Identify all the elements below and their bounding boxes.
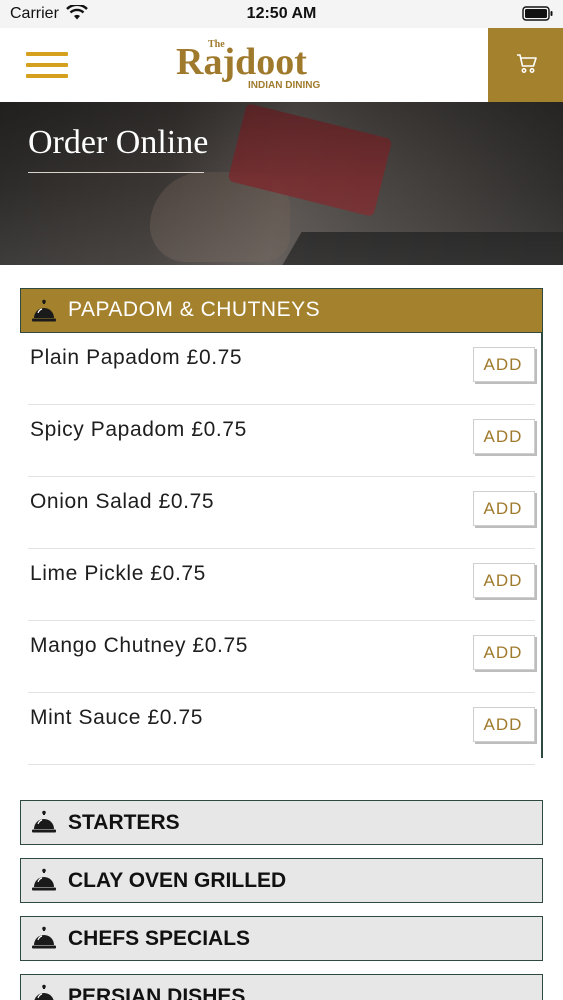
- menu-item: Onion Salad £0.75 ADD: [28, 477, 535, 549]
- dish-cloche-icon: [31, 299, 57, 328]
- menu-item-label: Onion Salad £0.75: [30, 490, 215, 513]
- menu-item-label: Mango Chutney £0.75: [30, 634, 249, 657]
- menu-item: Lime Pickle £0.75 ADD: [28, 549, 535, 621]
- menu-item: Mango Chutney £0.75 ADD: [28, 621, 535, 693]
- section-header-starters[interactable]: STARTERS: [20, 800, 543, 845]
- section-title: STARTERS: [68, 811, 180, 834]
- dish-cloche-icon: [31, 926, 57, 955]
- status-time: 12:50 AM: [246, 5, 317, 22]
- add-button[interactable]: ADD: [473, 419, 535, 454]
- add-button[interactable]: ADD: [473, 491, 535, 526]
- dish-cloche-icon: [31, 868, 57, 897]
- section-header-chefs-specials[interactable]: CHEFS SPECIALS: [20, 916, 543, 961]
- battery-icon: [522, 6, 554, 27]
- menu-item-list: Plain Papadom £0.75 ADD Spicy Papadom £0…: [28, 333, 541, 765]
- rajdoot-logo[interactable]: Rajdoot The INDIAN DINING: [170, 36, 330, 96]
- page-title: Order Online: [28, 124, 209, 161]
- app-header: Rajdoot The INDIAN DINING: [0, 28, 563, 102]
- add-button[interactable]: ADD: [473, 635, 535, 670]
- menu-item: Spicy Papadom £0.75 ADD: [28, 405, 535, 477]
- section-title: PAPADOM & CHUTNEYS: [68, 298, 321, 321]
- menu-item-label: Spicy Papadom £0.75: [30, 418, 247, 441]
- menu-item-label: Lime Pickle £0.75: [30, 562, 206, 585]
- logo-the: The: [208, 39, 225, 50]
- status-bar: Carrier 12:50 AM: [0, 0, 563, 28]
- shopping-cart-icon: [516, 53, 538, 80]
- section-header-persian-dishes[interactable]: PERSIAN DISHES: [20, 974, 543, 1000]
- logo-name: Rajdoot: [176, 41, 307, 83]
- section-header-clay-oven-grilled[interactable]: CLAY OVEN GRILLED: [20, 858, 543, 903]
- section-title: CLAY OVEN GRILLED: [68, 869, 287, 892]
- menu-item: Plain Papadom £0.75 ADD: [28, 333, 535, 405]
- menu-item: Mint Sauce £0.75 ADD: [28, 693, 535, 765]
- section-title: PERSIAN DISHES: [68, 985, 246, 1000]
- logo-subtitle: INDIAN DINING: [248, 80, 321, 91]
- dish-cloche-icon: [31, 984, 57, 1000]
- add-button[interactable]: ADD: [473, 707, 535, 742]
- cart-button[interactable]: [488, 28, 563, 102]
- menu-item-label: Mint Sauce £0.75: [30, 706, 204, 729]
- dish-cloche-icon: [31, 810, 57, 839]
- add-button[interactable]: ADD: [473, 347, 535, 382]
- section-title: CHEFS SPECIALS: [68, 927, 251, 950]
- title-underline: [28, 172, 204, 173]
- add-button[interactable]: ADD: [473, 563, 535, 598]
- hero-banner: Order Online: [0, 102, 563, 265]
- menu-item-label: Plain Papadom £0.75: [30, 346, 243, 369]
- hamburger-menu-icon[interactable]: [26, 52, 68, 80]
- section-header-papadom-chutneys[interactable]: PAPADOM & CHUTNEYS: [20, 288, 543, 333]
